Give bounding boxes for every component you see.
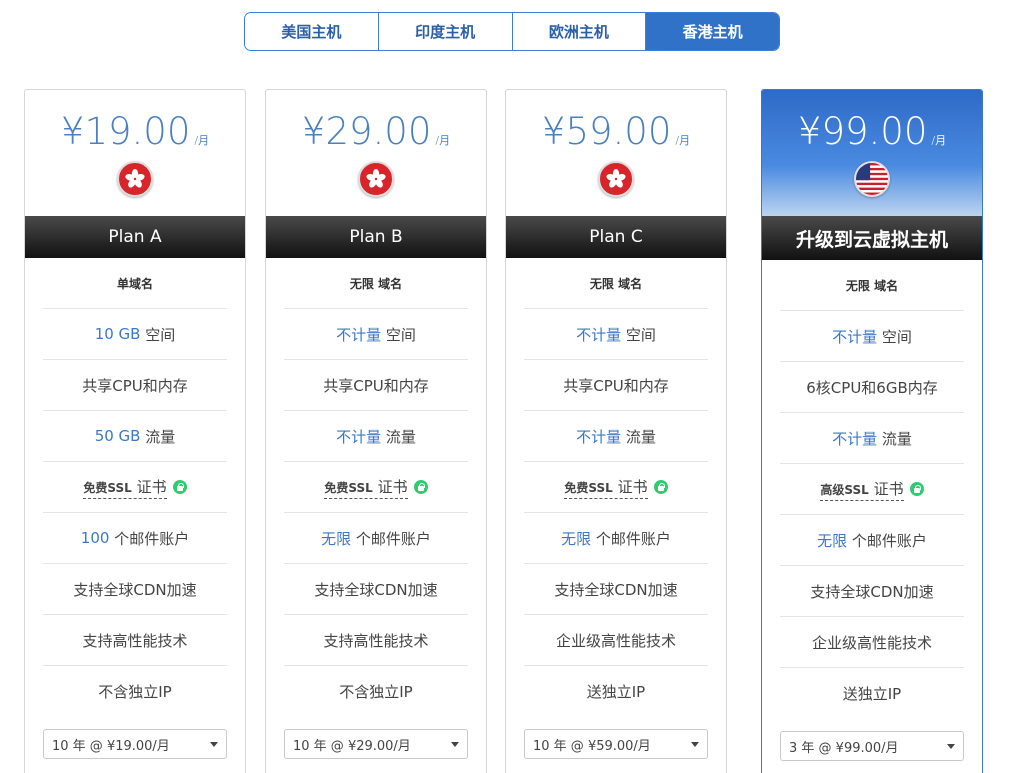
- price: ¥59.00/月: [541, 110, 691, 153]
- plan-name: Plan C: [506, 216, 726, 258]
- feature-domain: 无限 域名: [284, 258, 468, 309]
- usa-flag-icon: [854, 161, 890, 197]
- feature-tech: 企业级高性能技术: [524, 615, 708, 666]
- feature-domain: 无限 域名: [780, 260, 964, 311]
- lock-icon: [172, 480, 187, 494]
- feature-ip: 送独立IP: [842, 685, 902, 703]
- term-select[interactable]: 10 年 @ ¥19.00/月: [43, 729, 227, 759]
- feature-mail: 无限 个邮件账户: [780, 515, 964, 566]
- plan-card: ¥19.00/月 Plan A 单域名 10 GB 空间 共享CPU和内存 50 GB 流…: [24, 89, 246, 773]
- feature-list: 无限 域名 不计量 空间 6核CPU和6GB内存 不计量 流量 高级SSL 证书 无限 个…: [762, 260, 982, 719]
- tab-india-hosting[interactable]: 印度主机: [378, 13, 513, 50]
- price-unit: /月: [194, 134, 210, 147]
- price-unit: /月: [931, 134, 947, 147]
- feature-ssl[interactable]: 免费SSL 证书: [524, 462, 708, 513]
- feature-tech: 企业级高性能技术: [780, 617, 964, 668]
- chevron-down-icon: [210, 741, 218, 747]
- feature-list: 无限 域名 不计量 空间 共享CPU和内存 不计量 流量 免费SSL 证书 无限 个邮件账…: [506, 258, 726, 717]
- feature-mail: 无限 个邮件账户: [284, 513, 468, 564]
- feature-cdn: 支持全球CDN加速: [284, 564, 468, 615]
- feature-domain: 无限 域名: [524, 258, 708, 309]
- lock-icon: [413, 480, 428, 494]
- hong-kong-flag-icon: [598, 161, 634, 197]
- feature-traffic: 不计量 流量: [284, 411, 468, 462]
- tab-us-hosting[interactable]: 美国主机: [245, 13, 379, 50]
- price-header: ¥59.00/月: [506, 90, 726, 216]
- feature-tech: 支持高性能技术: [43, 615, 227, 666]
- feature-ip: 送独立IP: [586, 683, 646, 701]
- price: ¥19.00/月: [60, 110, 210, 153]
- feature-cdn: 支持全球CDN加速: [524, 564, 708, 615]
- plan-card: ¥99.00/月 升级到云虚拟主机 无限 域名 不计量 空间 6核CPU和6GB内存 不计…: [761, 89, 983, 773]
- feature-cpu: 6核CPU和6GB内存: [780, 362, 964, 413]
- term-select-value: 10 年 @ ¥59.00/月: [533, 738, 651, 754]
- tab-europe-hosting[interactable]: 欧洲主机: [512, 13, 647, 50]
- plan-card: ¥29.00/月 Plan B 无限 域名 不计量 空间 共享CPU和内存 不计量 流量免…: [265, 89, 487, 773]
- feature-ip: 不含独立IP: [339, 683, 413, 701]
- price-unit: /月: [435, 134, 451, 147]
- feature-ssl[interactable]: 免费SSL 证书: [284, 462, 468, 513]
- chevron-down-icon: [691, 741, 699, 747]
- feature-cpu: 共享CPU和内存: [524, 360, 708, 411]
- feature-cpu: 共享CPU和内存: [43, 360, 227, 411]
- feature-cdn: 支持全球CDN加速: [780, 566, 964, 617]
- feature-traffic: 不计量 流量: [524, 411, 708, 462]
- hong-kong-flag-icon: [117, 161, 153, 197]
- lock-icon: [653, 480, 668, 494]
- price: ¥29.00/月: [301, 110, 451, 153]
- feature-list: 单域名 10 GB 空间 共享CPU和内存 50 GB 流量 免费SSL 证书 100 个…: [25, 258, 245, 717]
- feature-ssl[interactable]: 免费SSL 证书: [43, 462, 227, 513]
- term-select[interactable]: 3 年 @ ¥99.00/月: [780, 731, 964, 761]
- feature-mail: 无限 个邮件账户: [524, 513, 708, 564]
- term-select-value: 10 年 @ ¥19.00/月: [52, 738, 170, 754]
- chevron-down-icon: [451, 741, 459, 747]
- plan-card: ¥59.00/月 Plan C 无限 域名 不计量 空间 共享CPU和内存 不计量 流量免…: [505, 89, 727, 773]
- feature-cpu: 共享CPU和内存: [284, 360, 468, 411]
- feature-list: 无限 域名 不计量 空间 共享CPU和内存 不计量 流量 免费SSL 证书 无限 个邮件账…: [266, 258, 486, 717]
- feature-traffic: 不计量 流量: [780, 413, 964, 464]
- price: ¥99.00/月: [797, 110, 947, 153]
- price-unit: /月: [675, 134, 691, 147]
- feature-domain: 单域名: [43, 258, 227, 309]
- feature-tech: 支持高性能技术: [284, 615, 468, 666]
- term-select-value: 3 年 @ ¥99.00/月: [789, 740, 899, 756]
- chevron-down-icon: [947, 743, 955, 749]
- plan-name: 升级到云虚拟主机: [762, 216, 982, 260]
- feature-space: 不计量 空间: [780, 311, 964, 362]
- feature-cdn: 支持全球CDN加速: [43, 564, 227, 615]
- term-select-value: 10 年 @ ¥29.00/月: [293, 738, 411, 754]
- feature-traffic: 50 GB 流量: [43, 411, 227, 462]
- price-header: ¥99.00/月: [762, 90, 982, 216]
- price-header: ¥29.00/月: [266, 90, 486, 216]
- feature-ssl[interactable]: 高级SSL 证书: [780, 464, 964, 515]
- term-select[interactable]: 10 年 @ ¥29.00/月: [284, 729, 468, 759]
- feature-space: 不计量 空间: [524, 309, 708, 360]
- plan-name: Plan B: [266, 216, 486, 258]
- plan-name: Plan A: [25, 216, 245, 258]
- feature-mail: 100 个邮件账户: [43, 513, 227, 564]
- feature-space: 10 GB 空间: [43, 309, 227, 360]
- hong-kong-flag-icon: [358, 161, 394, 197]
- lock-icon: [909, 482, 924, 496]
- term-select[interactable]: 10 年 @ ¥59.00/月: [524, 729, 708, 759]
- hosting-region-tabs: 美国主机 印度主机 欧洲主机 香港主机: [244, 12, 780, 51]
- tab-hongkong-hosting[interactable]: 香港主机: [646, 13, 779, 50]
- feature-space: 不计量 空间: [284, 309, 468, 360]
- price-header: ¥19.00/月: [25, 90, 245, 216]
- feature-ip: 不含独立IP: [98, 683, 172, 701]
